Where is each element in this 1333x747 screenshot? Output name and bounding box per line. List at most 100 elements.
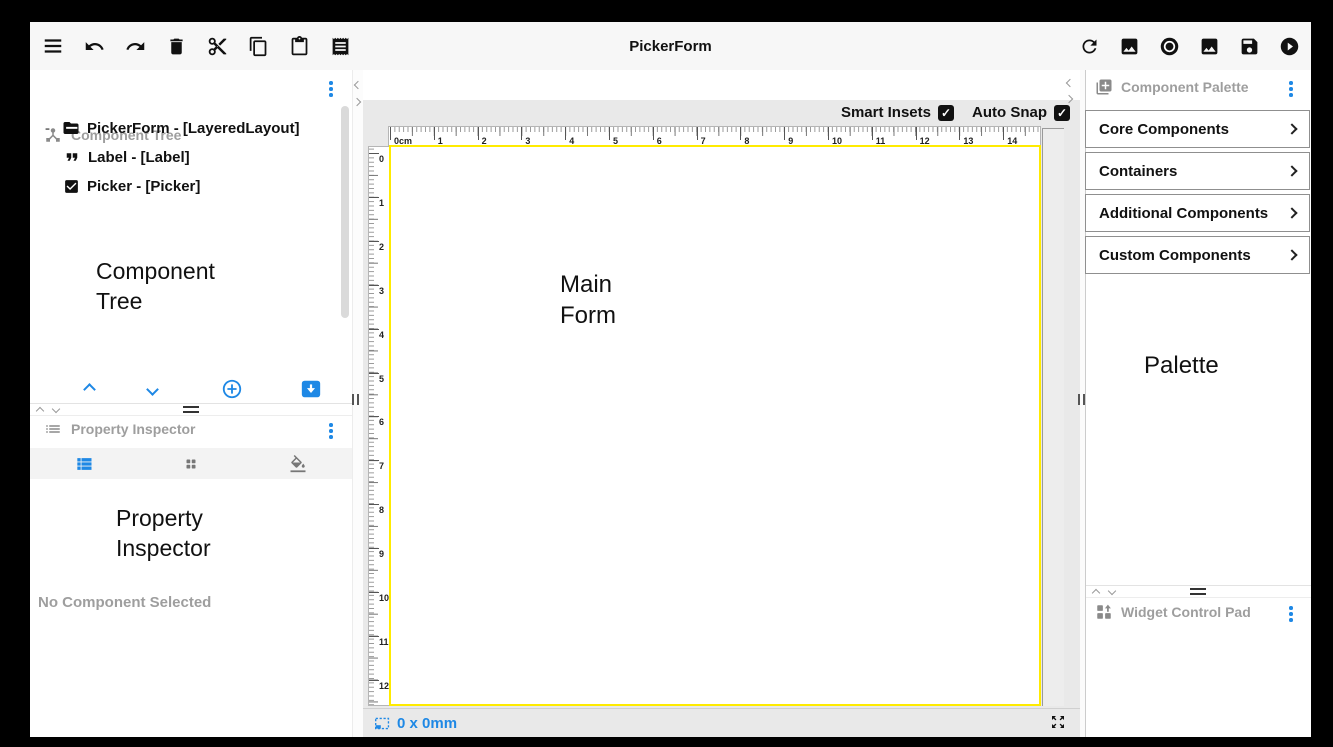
tree-item-label: Label - [Label] (88, 149, 190, 166)
tree-scrollbar[interactable] (341, 106, 349, 318)
palette-category-label: Core Components (1099, 121, 1229, 138)
tree-insert-button[interactable] (298, 376, 324, 402)
chevron-down-icon (146, 383, 159, 396)
canvas-statusbar: 0 x 0mm (363, 708, 1080, 737)
h-ruler-tick (740, 127, 741, 140)
toolbar-left-group (30, 33, 353, 59)
selection-size-status: 0 x 0mm (363, 715, 457, 732)
right-splitter-grip[interactable] (1078, 394, 1085, 405)
palette-category-label: Custom Components (1099, 247, 1251, 264)
refresh-button[interactable] (1076, 33, 1102, 59)
h-ruler-tick (828, 127, 829, 140)
menu-button[interactable] (40, 33, 66, 59)
redo-icon (125, 36, 146, 57)
collapse-down-icon[interactable] (52, 405, 60, 413)
image-button[interactable] (1116, 33, 1142, 59)
screen: { "toolbar": { "title": "PickerForm", "l… (0, 0, 1333, 747)
v-ruler: 0123456789101112 (368, 146, 390, 706)
cut-button[interactable] (204, 33, 230, 59)
receipt-button[interactable] (327, 33, 353, 59)
canvas-vertical-scrollbar[interactable] (1042, 128, 1064, 706)
component-palette-menu-button[interactable] (1286, 81, 1296, 97)
collapse-up-icon[interactable] (1092, 589, 1100, 597)
auto-snap-label: Auto Snap (972, 104, 1047, 121)
h-ruler-tick (565, 127, 566, 140)
palette-category-additional-components[interactable]: Additional Components (1085, 194, 1310, 232)
save-icon (1239, 36, 1260, 57)
component-tree-menu-button[interactable] (326, 81, 336, 97)
tree-item-pickerform[interactable]: - PickerForm - [LayeredLayout] (45, 116, 300, 140)
smart-insets-checkbox[interactable] (938, 105, 954, 121)
tree-expander[interactable]: - (45, 120, 55, 137)
toolbar-right-group (1076, 33, 1311, 59)
v-ruler-tick (369, 329, 379, 330)
design-form-surface[interactable]: Main Form (389, 145, 1041, 706)
h-ruler-tick (697, 127, 698, 140)
selection-rect-icon (374, 715, 391, 732)
palette-splitter[interactable] (1086, 585, 1311, 598)
splitter-grip[interactable] (183, 406, 199, 413)
image-icon (1119, 36, 1140, 57)
dimensions-value: 0 x 0mm (397, 715, 457, 732)
palette-category-containers[interactable]: Containers (1085, 152, 1310, 190)
v-ruler-label: 10 (379, 593, 389, 603)
splitter-grip[interactable] (1190, 588, 1206, 595)
tab-properties-grid[interactable] (178, 451, 204, 477)
record-button[interactable] (1156, 33, 1182, 59)
undo-button[interactable] (81, 33, 107, 59)
tree-item-label[interactable]: Label - [Label] (63, 145, 190, 169)
component-palette-title: Component Palette (1121, 79, 1249, 95)
collapse-up-icon[interactable] (36, 407, 44, 415)
panel-splitter[interactable] (30, 403, 352, 416)
property-inspector-header: Property Inspector (44, 420, 195, 438)
delete-button[interactable] (163, 33, 189, 59)
tree-item-picker[interactable]: Picker - [Picker] (63, 174, 200, 198)
copy-button[interactable] (245, 33, 271, 59)
v-ruler-tick (369, 636, 379, 637)
h-ruler-tick (478, 127, 479, 140)
canvas-toggles: Smart Insets Auto Snap (363, 104, 1070, 121)
v-ruler-label: 0 (379, 154, 384, 164)
redo-button[interactable] (122, 33, 148, 59)
menu-icon (42, 35, 64, 57)
fullscreen-button[interactable] (1048, 712, 1068, 735)
v-ruler-tick (369, 548, 379, 549)
chevron-right-icon (1286, 165, 1297, 176)
tab-properties-list[interactable] (71, 451, 97, 477)
v-ruler-label: 2 (379, 242, 384, 252)
h-ruler-tick (784, 127, 785, 140)
save-button[interactable] (1236, 33, 1262, 59)
v-ruler-tick (369, 592, 379, 593)
tab-style[interactable] (285, 451, 311, 477)
tree-move-up-button[interactable] (76, 376, 102, 402)
paste-button[interactable] (286, 33, 312, 59)
palette-category-label: Containers (1099, 163, 1177, 180)
v-ruler-tick (369, 680, 379, 681)
h-ruler-tick (434, 127, 435, 140)
v-ruler-tick (369, 197, 379, 198)
left-splitter-grip[interactable] (352, 394, 359, 405)
v-ruler-tick (369, 373, 379, 374)
tree-add-button[interactable] (219, 376, 245, 402)
chevron-right-icon (1286, 123, 1297, 134)
tree-move-down-button[interactable] (139, 376, 165, 402)
auto-snap-checkbox[interactable] (1054, 105, 1070, 121)
run-button[interactable] (1276, 33, 1302, 59)
snapshot-button[interactable] (1196, 33, 1222, 59)
collapse-down-icon[interactable] (1108, 587, 1116, 595)
checkbox-icon (63, 178, 80, 195)
property-inspector-menu-button[interactable] (326, 423, 336, 439)
auto-snap-toggle[interactable]: Auto Snap (972, 104, 1070, 121)
widget-control-pad-menu-button[interactable] (1286, 606, 1296, 622)
palette-category-core-components[interactable]: Core Components (1085, 110, 1310, 148)
palette-category-custom-components[interactable]: Custom Components (1085, 236, 1310, 274)
v-ruler-label: 9 (379, 549, 384, 559)
paint-bucket-icon (289, 455, 307, 473)
h-ruler-tick (609, 127, 610, 140)
image-icon (1199, 36, 1220, 57)
smart-insets-toggle[interactable]: Smart Insets (841, 104, 954, 121)
chevron-right-icon (1286, 207, 1297, 218)
widget-pad-icon (1095, 603, 1113, 621)
property-inspector-title: Property Inspector (71, 421, 195, 437)
refresh-icon (1079, 36, 1100, 57)
